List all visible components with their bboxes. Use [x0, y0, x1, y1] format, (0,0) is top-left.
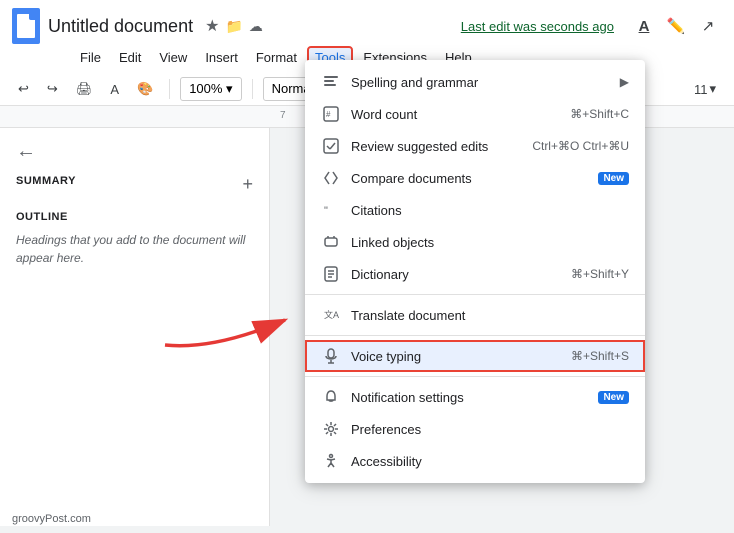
outline-hint-text: Headings that you add to the document wi… [16, 231, 253, 267]
menu-item-linked[interactable]: Linked objects [305, 226, 645, 258]
menu-item-preferences[interactable]: Preferences [305, 413, 645, 445]
accessibility-label: Accessibility [351, 454, 629, 469]
voice-typing-label: Voice typing [351, 349, 571, 364]
menu-item-spelling[interactable]: Spelling and grammar ▶ [305, 66, 645, 98]
menu-item-notifications[interactable]: Notification settings New [305, 381, 645, 413]
menu-file[interactable]: File [72, 46, 109, 69]
separator-3 [305, 376, 645, 377]
compare-icon [321, 170, 341, 186]
voice-typing-shortcut: ⌘+Shift+S [571, 349, 629, 363]
doc-icon [12, 8, 40, 44]
outline-title: OUTLINE [16, 211, 253, 223]
title-bar: Untitled document ★ 📁 ☁ Last edit was se… [0, 0, 734, 44]
font-size-control[interactable]: 11 ▾ [688, 78, 722, 100]
review-shortcut: Ctrl+⌘O Ctrl+⌘U [532, 139, 629, 153]
share-icon[interactable]: ↗ [694, 12, 722, 40]
svg-text:#: # [326, 110, 331, 119]
word-count-shortcut: ⌘+Shift+C [570, 107, 629, 121]
dictionary-icon [321, 266, 341, 282]
tools-dropdown: Spelling and grammar ▶ # Word count ⌘+Sh… [305, 60, 645, 483]
spell-check-btn[interactable]: A [104, 79, 125, 100]
summary-add-btn[interactable]: + [242, 174, 253, 195]
title-icons: ★ 📁 ☁ [205, 16, 263, 36]
menu-item-accessibility[interactable]: Accessibility [305, 445, 645, 477]
translate-icon: 文A [321, 307, 341, 323]
separator-2 [252, 79, 253, 99]
notification-badge: New [598, 391, 629, 404]
preferences-icon [321, 421, 341, 437]
notification-label: Notification settings [351, 390, 590, 405]
summary-title: SUMMARY [16, 175, 76, 187]
underline-icon[interactable]: A [630, 12, 658, 40]
undo-btn[interactable]: ↩ [12, 78, 35, 100]
font-size-value: 11 [694, 82, 708, 97]
citations-label: Citations [351, 203, 629, 218]
print-btn[interactable]: 🖨 [70, 78, 99, 100]
menu-edit[interactable]: Edit [111, 46, 149, 69]
review-label: Review suggested edits [351, 139, 532, 154]
mic-icon [321, 348, 341, 364]
menu-item-review[interactable]: Review suggested edits Ctrl+⌘O Ctrl+⌘U [305, 130, 645, 162]
menu-item-compare[interactable]: Compare documents New [305, 162, 645, 194]
word-count-icon: # [321, 106, 341, 122]
menu-insert[interactable]: Insert [197, 46, 246, 69]
spelling-arrow: ▶ [620, 75, 629, 89]
spelling-label: Spelling and grammar [351, 75, 620, 90]
menu-item-voice-typing[interactable]: Voice typing ⌘+Shift+S [305, 340, 645, 372]
separator-1 [169, 79, 170, 99]
sidebar: ← SUMMARY + OUTLINE Headings that you ad… [0, 128, 270, 526]
zoom-control[interactable]: 100% ▾ [180, 77, 241, 101]
separator-1 [305, 294, 645, 295]
cloud-icon[interactable]: ☁ [249, 18, 263, 35]
document-title[interactable]: Untitled document [48, 16, 193, 37]
sidebar-back-btn[interactable]: ← [16, 140, 36, 163]
right-toolbar: 11 ▾ [688, 78, 722, 100]
preferences-label: Preferences [351, 422, 629, 437]
last-edit-text[interactable]: Last edit was seconds ago [461, 19, 614, 34]
watermark: groovyPost.com [12, 513, 91, 525]
edit-icon[interactable]: ✏️ [662, 12, 690, 40]
folder-icon[interactable]: 📁 [225, 18, 242, 35]
dictionary-label: Dictionary [351, 267, 571, 282]
menu-item-dictionary[interactable]: Dictionary ⌘+Shift+Y [305, 258, 645, 290]
citations-icon: " [321, 202, 341, 218]
redo-btn[interactable]: ↪ [41, 78, 64, 100]
paint-btn[interactable]: 🎨 [131, 78, 159, 100]
translate-label: Translate document [351, 308, 629, 323]
menu-view[interactable]: View [151, 46, 195, 69]
linked-label: Linked objects [351, 235, 629, 250]
review-icon [321, 138, 341, 154]
word-count-label: Word count [351, 107, 570, 122]
separator-2 [305, 335, 645, 336]
linked-icon [321, 234, 341, 250]
right-toolbar-icons: A ✏️ ↗ [630, 12, 722, 40]
compare-label: Compare documents [351, 171, 590, 186]
menu-item-citations[interactable]: " Citations [305, 194, 645, 226]
menu-item-word-count[interactable]: # Word count ⌘+Shift+C [305, 98, 645, 130]
svg-text:": " [324, 205, 328, 217]
menu-format[interactable]: Format [248, 46, 305, 69]
spelling-icon [321, 74, 341, 90]
bell-icon [321, 389, 341, 405]
dictionary-shortcut: ⌘+Shift+Y [571, 267, 629, 281]
menu-item-translate[interactable]: 文A Translate document [305, 299, 645, 331]
svg-text:文A: 文A [324, 309, 339, 320]
star-icon[interactable]: ★ [205, 16, 219, 36]
accessibility-icon [321, 453, 341, 469]
compare-badge: New [598, 172, 629, 185]
